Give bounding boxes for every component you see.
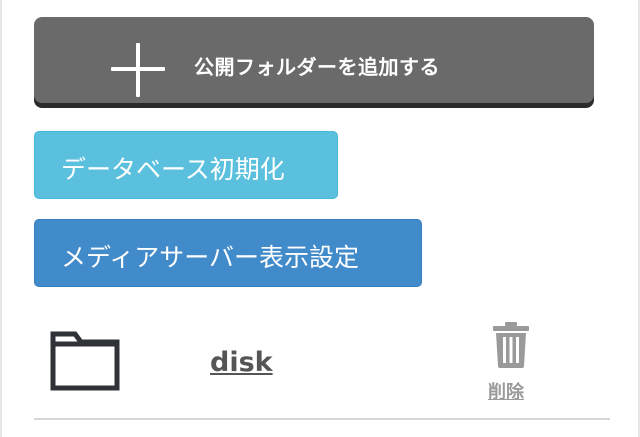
- media-server-settings-label: メディアサーバー表示設定: [61, 243, 360, 272]
- init-database-button[interactable]: データベース初期化: [34, 131, 338, 199]
- init-database-label: データベース初期化: [61, 155, 285, 184]
- trash-icon: [493, 322, 529, 368]
- delete-label: 削除: [488, 382, 524, 403]
- folder-row: disk 削除: [34, 314, 610, 420]
- folder-icon: [50, 331, 120, 391]
- media-server-settings-button[interactable]: メディアサーバー表示設定: [34, 219, 422, 287]
- delete-folder-button[interactable]: 削除: [482, 322, 542, 410]
- add-public-folder-label: 公開フォルダーを追加する: [194, 55, 440, 79]
- plus-icon: [111, 43, 165, 97]
- folder-name-link[interactable]: disk: [210, 347, 273, 378]
- add-public-folder-button[interactable]: 公開フォルダーを追加する: [34, 17, 594, 103]
- app-frame: 公開フォルダーを追加する データベース初期化 メディアサーバー表示設定 disk…: [0, 0, 640, 437]
